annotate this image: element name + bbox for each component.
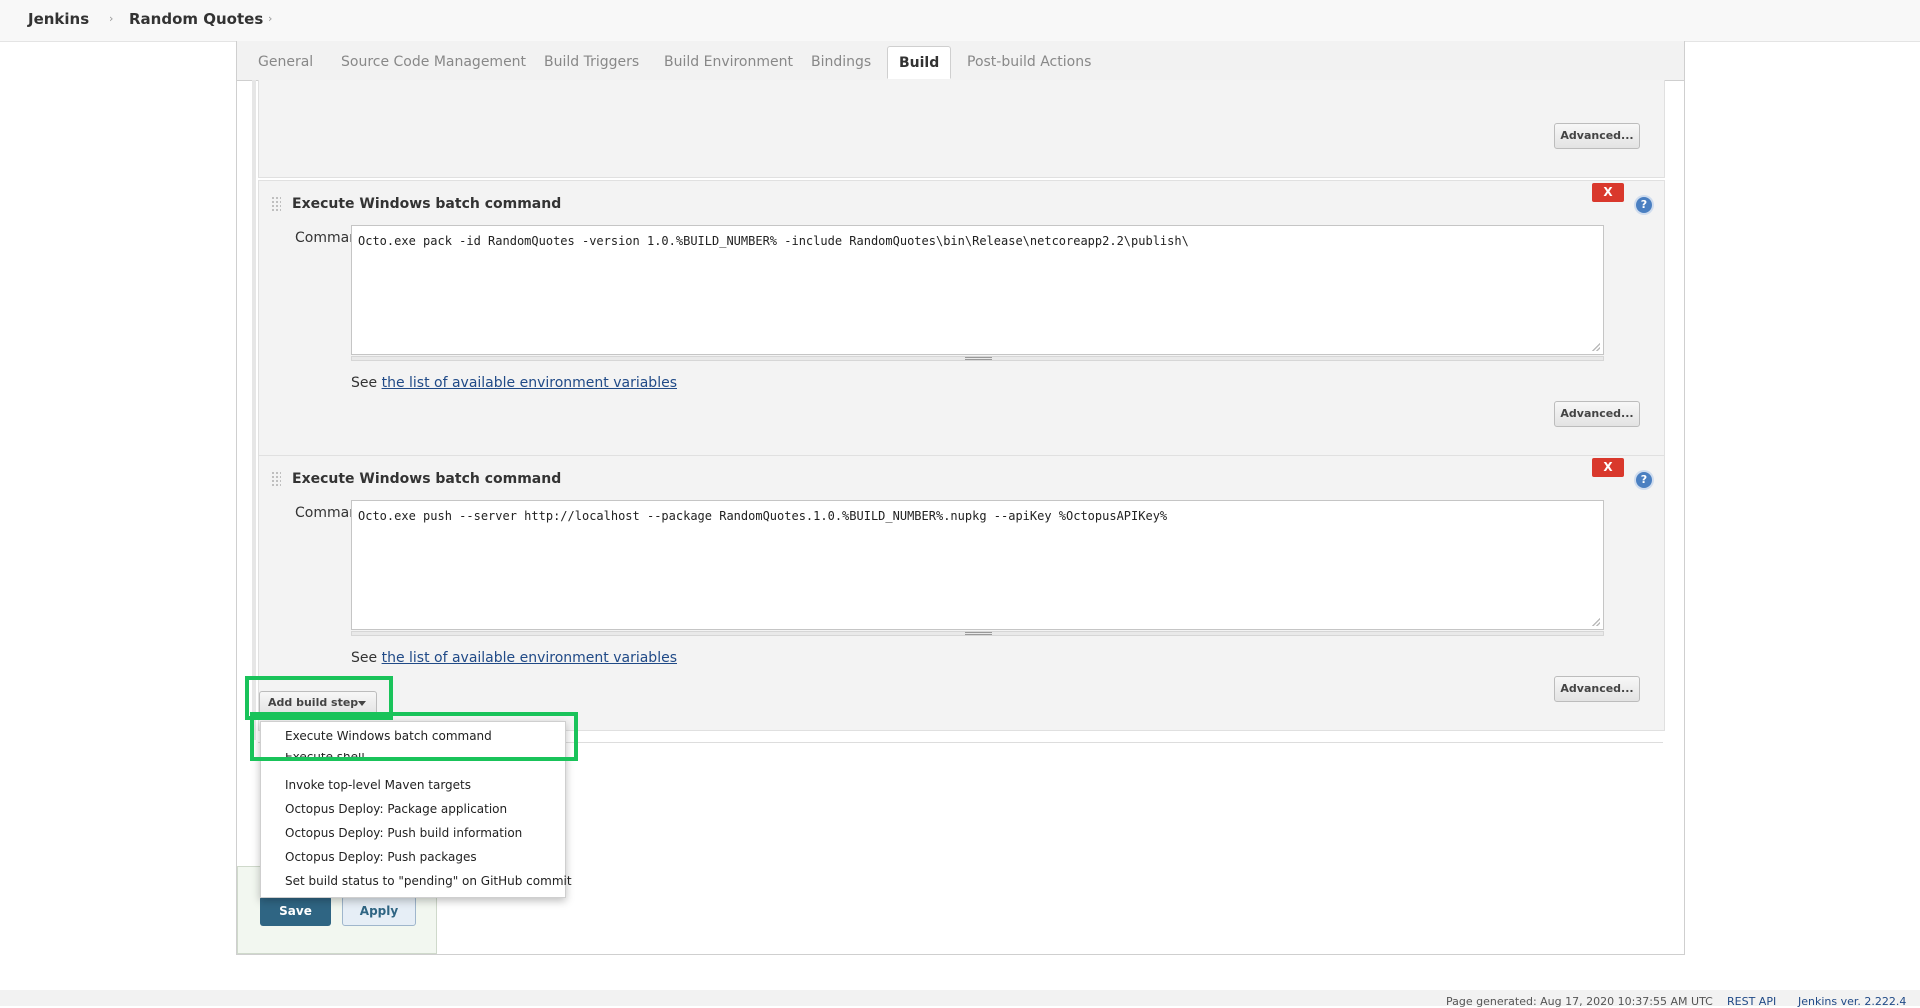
build-step: Execute Windows batch command X ? Comman…: [258, 180, 1665, 456]
rest-api-link[interactable]: REST API: [1727, 995, 1776, 1008]
delete-step-button[interactable]: X: [1592, 183, 1624, 202]
chevron-right-icon[interactable]: ›: [268, 12, 272, 25]
tab-build[interactable]: Build: [887, 46, 952, 79]
section-rail: [252, 80, 256, 740]
save-button[interactable]: Save: [260, 896, 331, 926]
menu-item-octopus-package[interactable]: Octopus Deploy: Package application: [285, 802, 507, 816]
command-text: Octo.exe push --server http://localhost …: [358, 509, 1168, 523]
help-icon[interactable]: ?: [1636, 197, 1652, 213]
tab-build-environment[interactable]: Build Environment: [664, 54, 793, 70]
menu-item-octopus-push-packages[interactable]: Octopus Deploy: Push packages: [285, 850, 477, 864]
breadcrumb-jenkins[interactable]: Jenkins: [28, 10, 89, 28]
step-title: Execute Windows batch command: [292, 471, 562, 487]
highlight-menu-item: [250, 712, 578, 761]
apply-button[interactable]: Apply: [342, 896, 416, 926]
menu-item-github-pending[interactable]: Set build status to "pending" on GitHub …: [285, 874, 572, 888]
command-textarea[interactable]: Octo.exe push --server http://localhost …: [351, 500, 1604, 630]
resize-knob-icon[interactable]: [965, 357, 992, 360]
tab-bar: General Source Code Management Build Tri…: [237, 41, 1684, 81]
tab-build-triggers[interactable]: Build Triggers: [544, 54, 639, 70]
jenkins-version-link[interactable]: Jenkins ver. 2.222.4: [1798, 995, 1906, 1008]
resize-knob-icon[interactable]: [965, 632, 992, 635]
menu-item-octopus-build-info[interactable]: Octopus Deploy: Push build information: [285, 826, 522, 840]
footer: Page generated: Aug 17, 2020 10:37:55 AM…: [0, 990, 1920, 1008]
help-icon[interactable]: ?: [1636, 472, 1652, 488]
breadcrumb-random-quotes[interactable]: Random Quotes: [129, 10, 263, 28]
env-vars-link[interactable]: the list of available environment variab…: [382, 650, 677, 666]
tab-post-build-actions[interactable]: Post-build Actions: [967, 54, 1091, 70]
page-generated-text: Page generated: Aug 17, 2020 10:37:55 AM…: [1446, 995, 1713, 1008]
env-vars-hint: See the list of available environment va…: [351, 375, 677, 391]
build-step: Execute Windows batch command X ? Comman…: [258, 455, 1665, 731]
advanced-button[interactable]: Advanced...: [1554, 676, 1640, 702]
step-title: Execute Windows batch command: [292, 196, 562, 212]
command-text: Octo.exe pack -id RandomQuotes -version …: [358, 234, 1189, 248]
resize-grip-icon[interactable]: [1592, 618, 1600, 626]
tab-bindings[interactable]: Bindings: [811, 54, 871, 70]
tab-general[interactable]: General: [258, 54, 313, 70]
breadcrumb: Jenkins › Random Quotes ›: [0, 0, 1920, 42]
previous-step-tail: Advanced...: [258, 80, 1665, 178]
textarea-resize-bar[interactable]: [351, 631, 1604, 636]
delete-step-button[interactable]: X: [1592, 458, 1624, 477]
advanced-button[interactable]: Advanced...: [1554, 401, 1640, 427]
env-vars-hint: See the list of available environment va…: [351, 650, 677, 666]
env-vars-link[interactable]: the list of available environment variab…: [382, 375, 677, 391]
textarea-resize-bar[interactable]: [351, 356, 1604, 361]
chevron-right-icon: ›: [109, 12, 114, 25]
tab-source-code-management[interactable]: Source Code Management: [341, 54, 526, 70]
drag-handle-icon[interactable]: [271, 471, 281, 487]
command-textarea[interactable]: Octo.exe pack -id RandomQuotes -version …: [351, 225, 1604, 355]
advanced-button[interactable]: Advanced...: [1554, 123, 1640, 149]
drag-handle-icon[interactable]: [271, 196, 281, 212]
resize-grip-icon[interactable]: [1592, 343, 1600, 351]
menu-item-maven[interactable]: Invoke top-level Maven targets: [285, 778, 471, 792]
